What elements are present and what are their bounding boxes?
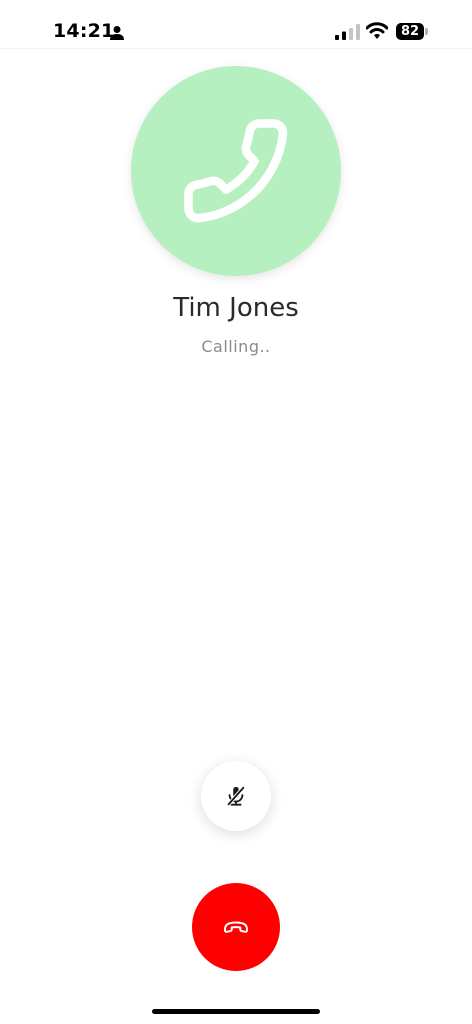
end-call-button[interactable] [192,883,280,971]
mute-button[interactable] [201,761,271,831]
status-time: 14:21 [53,20,115,42]
signal-icon [335,24,360,40]
battery-cap [425,28,428,35]
home-indicator[interactable] [152,1009,320,1014]
call-screen: 14:21 82 Tim Jones Calling.. [0,0,472,1024]
contact-avatar [131,66,341,276]
battery-icon: 82 [396,23,428,40]
battery-level: 82 [396,23,424,40]
contact-name: Tim Jones [173,293,299,323]
microphone-off-icon [226,785,246,807]
hang-up-icon [224,921,248,933]
call-status: Calling.. [201,337,271,356]
status-bar: 14:21 82 [0,0,472,49]
wifi-icon [366,22,388,39]
phone-icon [184,119,288,223]
person-icon [110,26,124,40]
